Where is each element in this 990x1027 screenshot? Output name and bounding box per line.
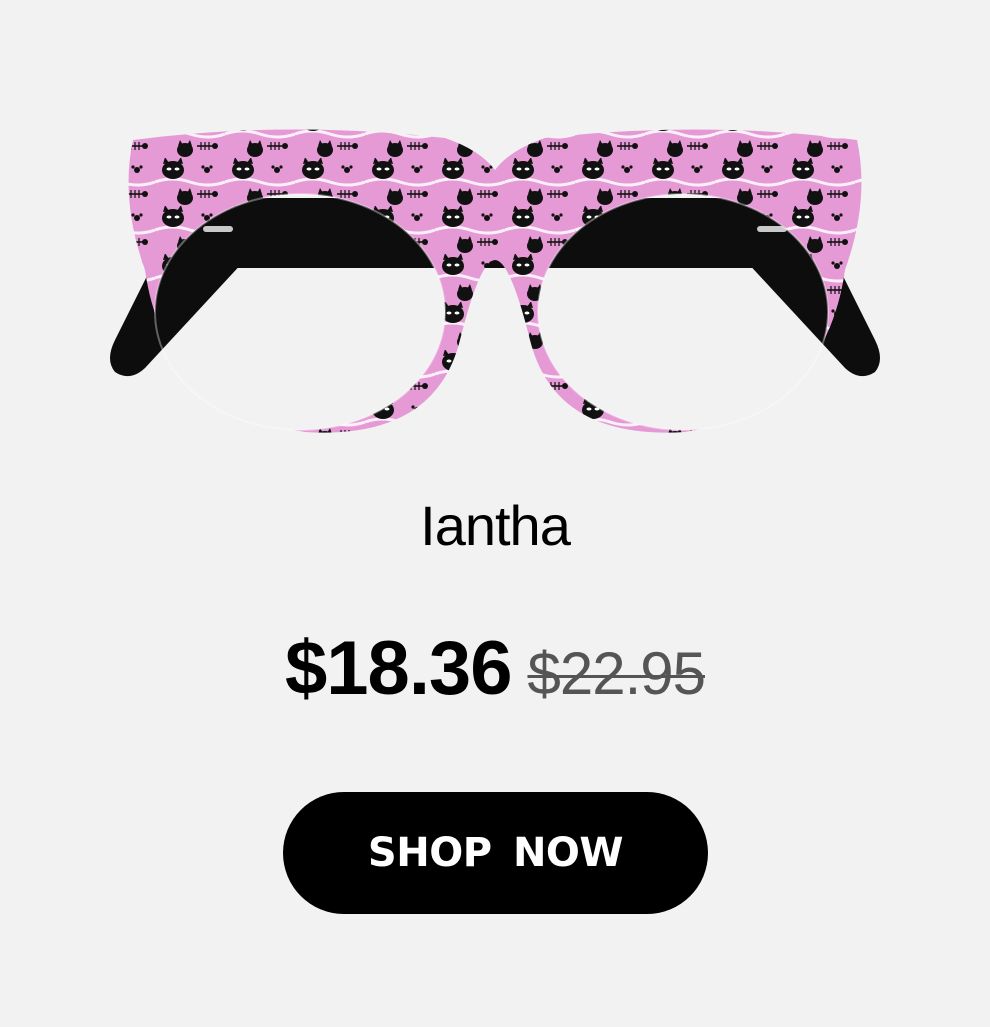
- glasses-product-image[interactable]: [85, 110, 905, 440]
- product-name[interactable]: Iantha: [0, 494, 990, 558]
- product-card: Iantha $18.36 $22.95 SHOP NOW: [0, 0, 990, 1027]
- sale-price: $18.36: [285, 626, 512, 711]
- original-price: $22.95: [527, 640, 706, 707]
- shop-now-button[interactable]: SHOP NOW: [283, 792, 708, 914]
- price-row: $18.36 $22.95: [0, 624, 990, 719]
